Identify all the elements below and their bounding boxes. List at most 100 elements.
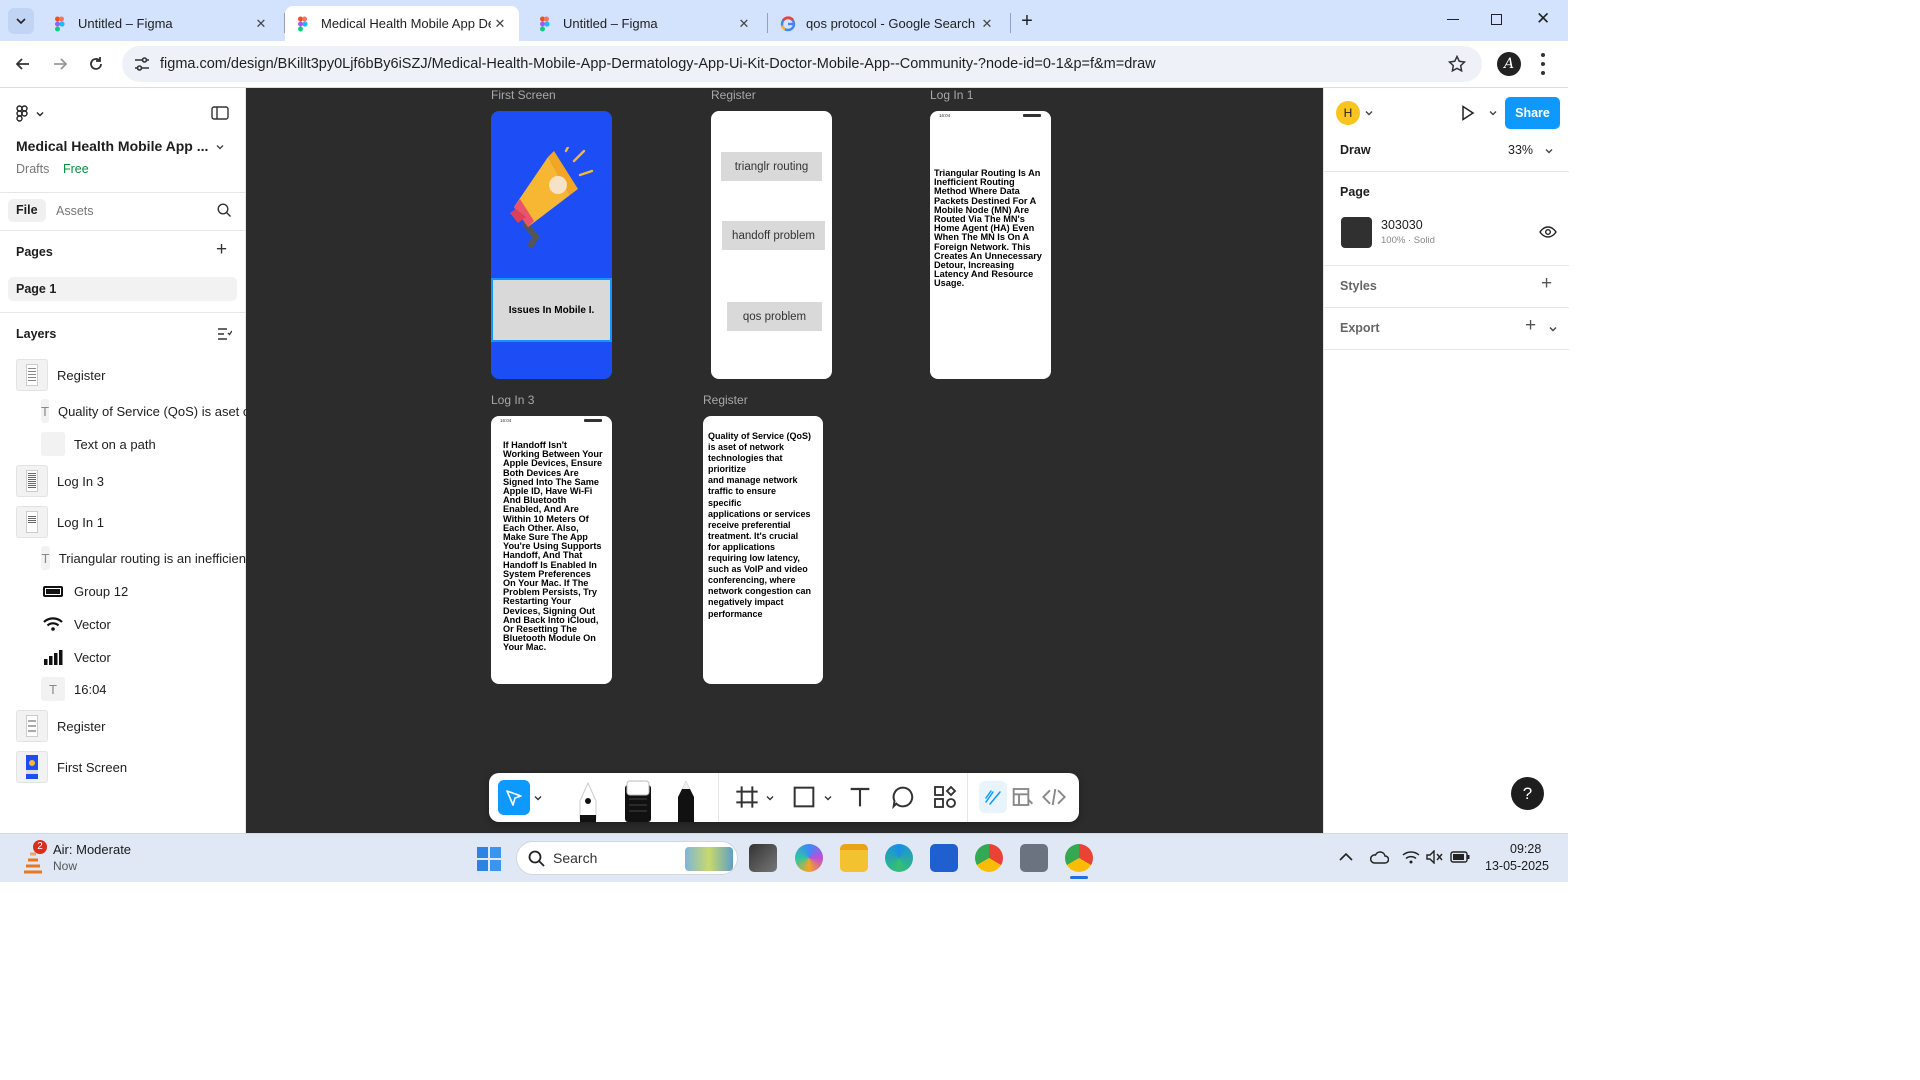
file-explorer-icon[interactable] bbox=[840, 844, 868, 872]
layer-triangular-text[interactable]: T Triangular routing is an inefficien bbox=[0, 545, 246, 571]
back-button[interactable] bbox=[11, 52, 35, 76]
address-bar[interactable]: figma.com/design/BKillt3py0Ljf6bBy6iSZJ/… bbox=[122, 46, 1482, 82]
pen-tool-icon[interactable] bbox=[574, 779, 602, 822]
frame-login-1[interactable]: 16:04 Triangular Routing Is An Inefficie… bbox=[930, 111, 1051, 379]
tab-search-dropdown[interactable] bbox=[8, 8, 34, 34]
frame-label[interactable]: Log In 3 bbox=[491, 393, 534, 407]
chevron-down-icon[interactable] bbox=[216, 143, 224, 151]
frame-login-3[interactable]: 16:04 If Handoff Isn't Working Between Y… bbox=[491, 416, 612, 684]
main-menu-button[interactable] bbox=[16, 105, 44, 123]
file-name[interactable]: Medical Health Mobile App ... bbox=[16, 138, 208, 154]
text-tool-icon[interactable] bbox=[848, 785, 872, 809]
forward-button[interactable] bbox=[48, 52, 72, 76]
user-avatar[interactable]: H bbox=[1336, 101, 1360, 125]
camera-app-icon[interactable] bbox=[1020, 844, 1048, 872]
tab-file[interactable]: File bbox=[8, 199, 46, 222]
frame-label[interactable]: First Screen bbox=[491, 88, 556, 102]
marker-tool-icon[interactable] bbox=[623, 779, 653, 822]
zoom-level[interactable]: 33% bbox=[1508, 143, 1533, 157]
layers-filter-icon[interactable] bbox=[218, 328, 232, 340]
close-window-button[interactable]: ✕ bbox=[1536, 9, 1550, 29]
wifi-icon[interactable] bbox=[1402, 850, 1420, 864]
bookmark-star-icon[interactable] bbox=[1448, 55, 1466, 73]
microsoft-store-icon[interactable] bbox=[930, 844, 958, 872]
present-play-icon[interactable] bbox=[1461, 105, 1475, 121]
minimize-window-button[interactable] bbox=[1447, 19, 1459, 20]
add-style-button[interactable]: + bbox=[1541, 273, 1552, 295]
frame-label[interactable]: Register bbox=[711, 88, 756, 102]
eye-visibility-icon[interactable] bbox=[1539, 226, 1557, 238]
chevron-down-icon[interactable] bbox=[534, 794, 542, 802]
chevron-down-icon[interactable] bbox=[1545, 147, 1553, 155]
draw-mode-button[interactable] bbox=[979, 781, 1007, 813]
search-icon[interactable] bbox=[217, 203, 232, 218]
layer-group-12[interactable]: Group 12 bbox=[0, 578, 246, 604]
layer-login-3[interactable]: Log In 3 bbox=[0, 464, 246, 498]
battery-icon[interactable] bbox=[1450, 851, 1470, 863]
layer-first-screen[interactable]: First Screen bbox=[0, 750, 246, 784]
clock-date[interactable]: 13-05-2025 bbox=[1485, 859, 1549, 873]
copilot-icon[interactable] bbox=[795, 844, 823, 872]
weather-widget[interactable]: 2 Air: Moderate Now bbox=[18, 840, 158, 876]
chevron-down-icon[interactable] bbox=[766, 794, 774, 802]
frame-register-bottom[interactable]: Quality of Service (QoS) is aset of netw… bbox=[703, 416, 823, 684]
chevron-down-icon[interactable] bbox=[824, 794, 832, 802]
qos-problem-button[interactable]: qos problem bbox=[727, 302, 822, 331]
handoff-problem-button[interactable]: handoff problem bbox=[722, 221, 825, 250]
rectangle-tool-icon[interactable] bbox=[792, 785, 816, 809]
browser-tab-2[interactable]: Medical Health Mobile App Der ✕ bbox=[285, 6, 519, 41]
layer-register[interactable]: Register bbox=[0, 358, 246, 392]
clock-time[interactable]: 09:28 bbox=[1510, 842, 1541, 856]
layer-text-on-path[interactable]: Text on a path bbox=[0, 431, 246, 457]
reload-button[interactable] bbox=[84, 52, 108, 76]
edge-browser-icon[interactable] bbox=[885, 844, 913, 872]
browser-menu-icon[interactable] bbox=[1540, 53, 1546, 75]
page-color-swatch[interactable] bbox=[1341, 217, 1372, 248]
layer-register-2[interactable]: Register bbox=[0, 709, 246, 743]
taskbar-search-box[interactable]: Search bbox=[516, 841, 738, 875]
design-canvas[interactable]: First Screen Issues In Mobile I. Registe… bbox=[246, 88, 1323, 833]
layer-vector-wifi[interactable]: Vector bbox=[0, 611, 246, 637]
add-page-button[interactable]: + bbox=[216, 239, 227, 261]
chevron-down-icon[interactable] bbox=[1549, 325, 1557, 333]
site-info-icon[interactable] bbox=[134, 57, 150, 71]
layer-time-text[interactable]: T 16:04 bbox=[0, 676, 246, 702]
new-tab-button[interactable]: + bbox=[1016, 10, 1038, 32]
start-button[interactable] bbox=[477, 847, 501, 871]
drafts-label[interactable]: Drafts bbox=[16, 162, 49, 176]
move-tool-button[interactable] bbox=[498, 780, 530, 815]
triangular-routing-button[interactable]: trianglr routing bbox=[721, 152, 822, 181]
browser-tab-1[interactable]: Untitled – Figma ✕ bbox=[42, 6, 280, 41]
close-tab-icon[interactable]: ✕ bbox=[978, 16, 996, 32]
issues-caption-box[interactable]: Issues In Mobile I. bbox=[491, 278, 612, 342]
close-tab-icon[interactable]: ✕ bbox=[491, 16, 509, 32]
volume-muted-icon[interactable] bbox=[1426, 850, 1444, 864]
design-mode-icon[interactable] bbox=[1011, 785, 1035, 809]
frame-register-top[interactable]: trianglr routing handoff problem qos pro… bbox=[711, 111, 832, 379]
layer-qos-text[interactable]: T Quality of Service (QoS) is aset o bbox=[0, 398, 246, 424]
frame-label[interactable]: Register bbox=[703, 393, 748, 407]
tab-assets[interactable]: Assets bbox=[56, 204, 94, 218]
chevron-down-icon[interactable] bbox=[1489, 109, 1497, 117]
comment-tool-icon[interactable] bbox=[891, 785, 915, 809]
components-tool-icon[interactable] bbox=[933, 785, 957, 809]
layer-vector-signal[interactable]: Vector bbox=[0, 644, 246, 670]
browser-tab-3[interactable]: Untitled – Figma ✕ bbox=[527, 6, 763, 41]
task-view-icon[interactable] bbox=[749, 844, 777, 872]
layer-login-1[interactable]: Log In 1 bbox=[0, 505, 246, 539]
dev-mode-code-icon[interactable] bbox=[1042, 785, 1066, 809]
chevron-up-icon[interactable] bbox=[1339, 852, 1353, 862]
share-button[interactable]: Share bbox=[1505, 97, 1560, 129]
browser-tab-4[interactable]: qos protocol - Google Search ✕ bbox=[770, 6, 1006, 41]
close-tab-icon[interactable]: ✕ bbox=[735, 16, 753, 32]
frame-tool-icon[interactable] bbox=[735, 785, 759, 809]
close-tab-icon[interactable]: ✕ bbox=[252, 16, 270, 32]
toggle-sidebar-icon[interactable] bbox=[211, 106, 229, 120]
chrome-icon[interactable] bbox=[975, 844, 1003, 872]
page-item-1[interactable]: Page 1 bbox=[8, 277, 237, 301]
pencil-tool-icon[interactable] bbox=[672, 779, 700, 822]
help-button[interactable]: ? bbox=[1511, 777, 1544, 810]
frame-label[interactable]: Log In 1 bbox=[930, 88, 973, 102]
profile-avatar[interactable]: A bbox=[1497, 52, 1521, 76]
frame-first-screen[interactable]: Issues In Mobile I. bbox=[491, 111, 612, 379]
